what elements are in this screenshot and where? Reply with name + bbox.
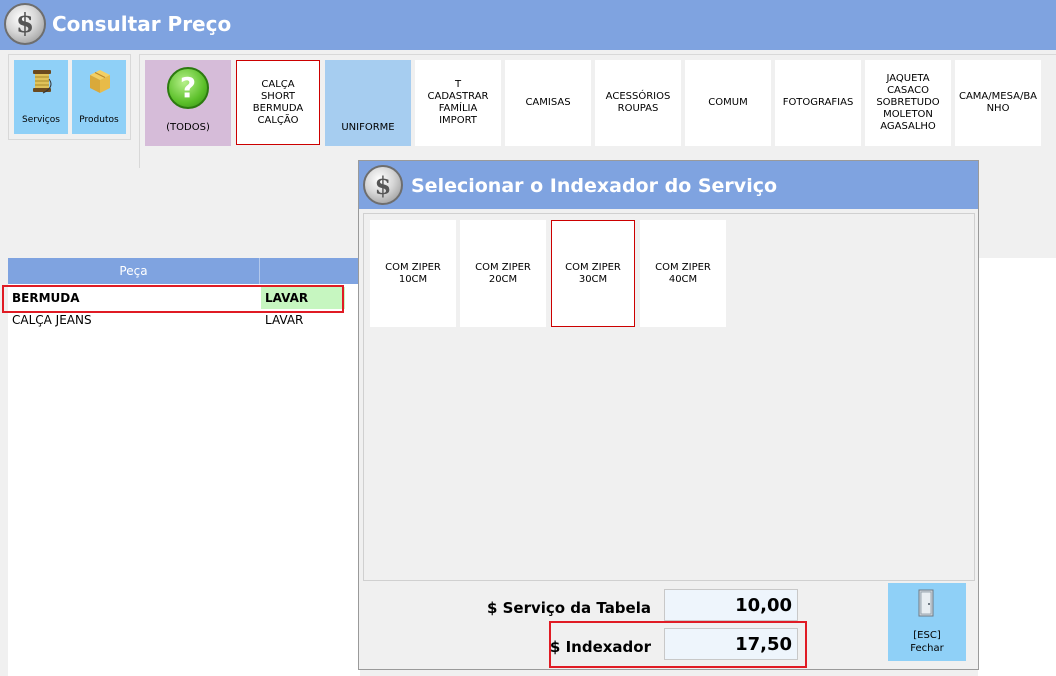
left-toolbar: Serviços Produtos — [8, 54, 131, 140]
category-cama-mesa-banho[interactable]: CAMA/MESA/BANHO — [955, 60, 1041, 146]
category-label: CALÇA SHORT BERMUDA CALÇÃO — [252, 78, 304, 126]
category-label: (TODOS) — [166, 122, 210, 133]
category-jaqueta[interactable]: JAQUETA CASACO SOBRETUDO MOLETON AGASALH… — [865, 60, 951, 146]
door-icon — [918, 589, 934, 617]
category-t-cadastrar[interactable]: T CADASTRAR FAMÍLIA IMPORT — [415, 60, 501, 146]
options-panel: COM ZIPER 10CM COM ZIPER 20CM COM ZIPER … — [363, 213, 975, 581]
category-label: COMUM — [708, 97, 748, 108]
thread-spool-icon — [33, 70, 52, 94]
dialog-title: Selecionar o Indexador do Serviço — [411, 175, 778, 197]
cell-peca: CALÇA JEANS — [12, 313, 92, 327]
category-todos[interactable]: ? (TODOS) — [145, 60, 231, 146]
question-icon: ? — [167, 67, 209, 109]
close-label: Fechar — [910, 643, 944, 654]
category-label: JAQUETA CASACO SOBRETUDO MOLETON AGASALH… — [876, 73, 940, 132]
column-header-peca[interactable]: Peça — [8, 258, 260, 284]
products-label: Produtos — [79, 115, 119, 125]
service-table-price-label: $ Serviço da Tabela — [486, 599, 651, 617]
box-icon — [90, 70, 110, 93]
category-comum[interactable]: COMUM — [685, 60, 771, 146]
services-label: Serviços — [22, 115, 60, 125]
option-ziper-10cm[interactable]: COM ZIPER 10CM — [370, 220, 456, 327]
window-title: Consultar Preço — [52, 12, 232, 36]
indexer-highlight — [549, 621, 807, 668]
category-fotografias[interactable]: FOTOGRAFIAS — [775, 60, 861, 146]
dollar-coin-icon: $ — [4, 3, 46, 45]
category-camisas[interactable]: CAMISAS — [505, 60, 591, 146]
grid-header: Peça — [8, 258, 360, 284]
option-label: COM ZIPER 30CM — [565, 261, 621, 285]
items-grid: Peça BERMUDA LAVAR CALÇA JEANS LAVAR — [8, 258, 360, 676]
option-label: COM ZIPER 10CM — [385, 261, 441, 285]
title-bar: $ Consultar Preço — [0, 0, 1056, 50]
option-label: COM ZIPER 40CM — [655, 261, 711, 285]
esc-key-label: [ESC] — [913, 630, 941, 641]
category-label: UNIFORME — [341, 122, 395, 133]
option-label: COM ZIPER 20CM — [475, 261, 531, 285]
dialog-title-bar: $ Selecionar o Indexador do Serviço — [359, 161, 978, 209]
category-label: CAMA/MESA/BANHO — [958, 91, 1038, 114]
option-ziper-30cm[interactable]: COM ZIPER 30CM — [551, 220, 635, 327]
dollar-coin-icon: $ — [363, 165, 403, 205]
service-table-price-field: 10,00 — [664, 589, 798, 621]
option-ziper-40cm[interactable]: COM ZIPER 40CM — [640, 220, 726, 327]
category-label: CAMISAS — [525, 97, 571, 108]
category-acessorios[interactable]: ACESSÓRIOS ROUPAS — [595, 60, 681, 146]
category-uniforme[interactable]: UNIFORME — [325, 60, 411, 146]
selected-row-highlight — [2, 285, 344, 313]
category-label: ACESSÓRIOS ROUPAS — [605, 91, 671, 114]
indexer-dialog: $ Selecionar o Indexador do Serviço COM … — [358, 160, 979, 670]
category-bar: ? (TODOS) CALÇA SHORT BERMUDA CALÇÃO UNI… — [139, 54, 1056, 168]
option-ziper-20cm[interactable]: COM ZIPER 20CM — [460, 220, 546, 327]
background-panel — [978, 258, 1056, 676]
category-calca-short[interactable]: CALÇA SHORT BERMUDA CALÇÃO — [236, 60, 320, 145]
category-label: FOTOGRAFIAS — [782, 97, 854, 108]
category-label: T CADASTRAR FAMÍLIA IMPORT — [427, 79, 489, 126]
close-button[interactable]: [ESC] Fechar — [888, 583, 966, 661]
products-button[interactable]: Produtos — [72, 60, 126, 134]
services-button[interactable]: Serviços — [14, 60, 68, 134]
